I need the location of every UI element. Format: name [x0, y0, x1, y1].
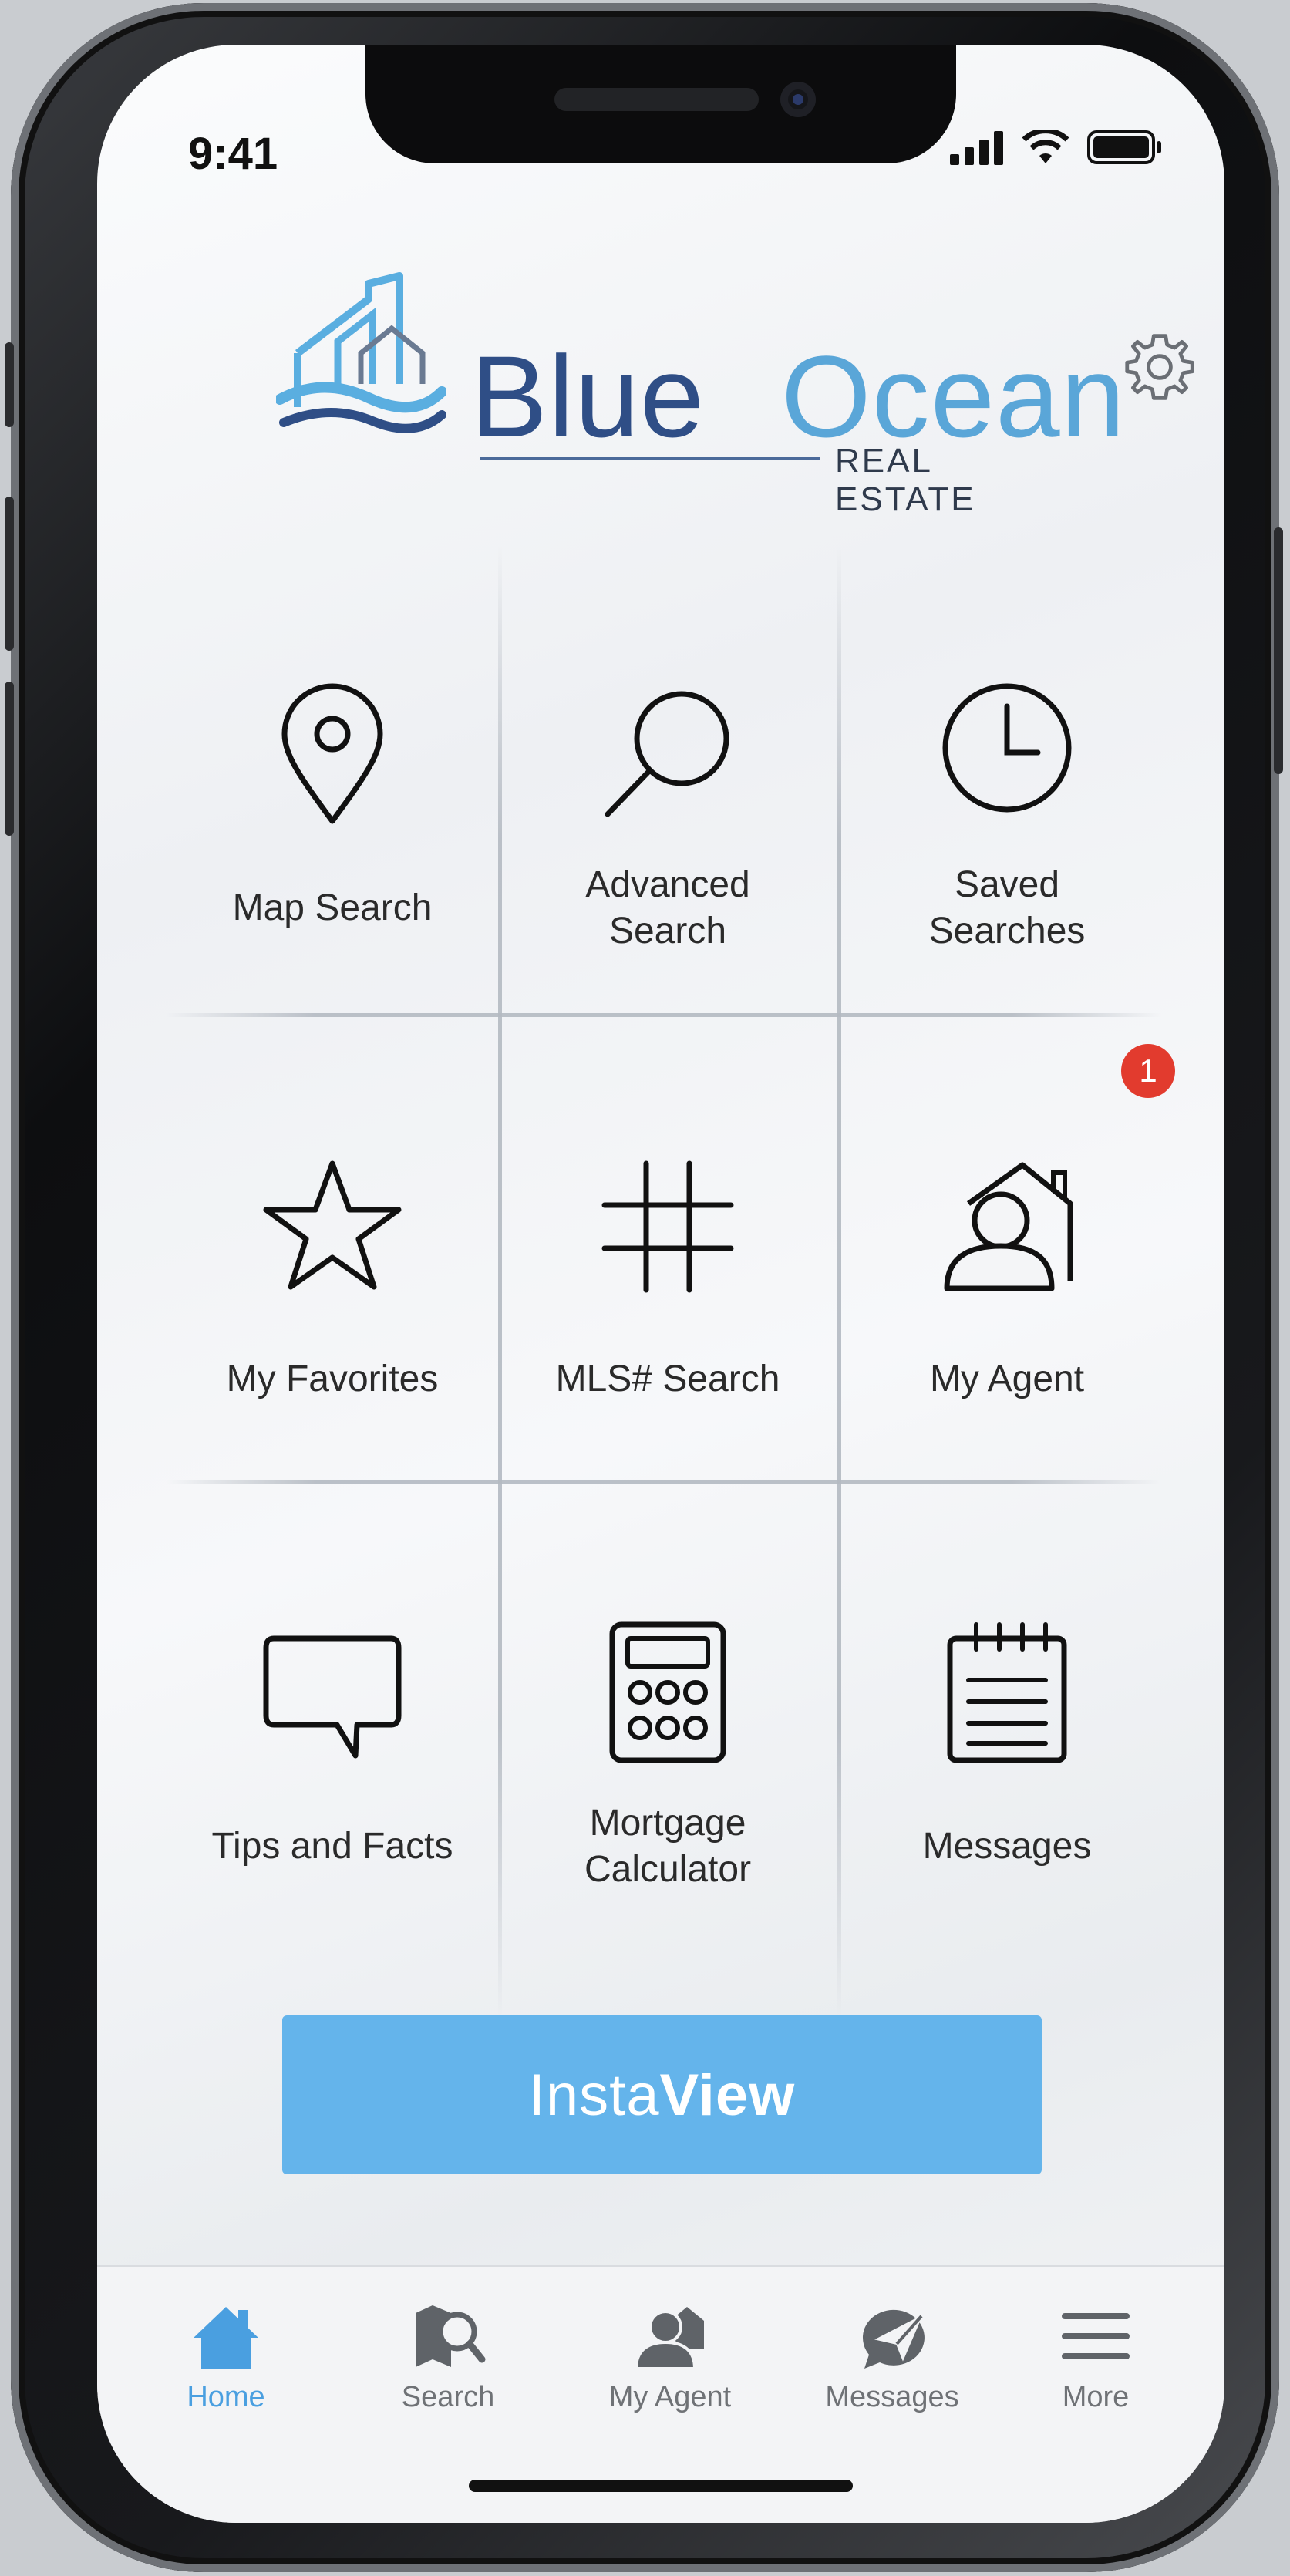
- status-icons: [950, 130, 1163, 165]
- feature-grid: Map Search Advanced Search Saved Searche…: [167, 546, 1175, 2019]
- cellular-signal-icon: [950, 131, 1003, 165]
- app-screen: 9:41 Blue Ocean REAL ESTATE Map Search A…: [97, 45, 1224, 2523]
- tile-label: Mortgage Calculator: [584, 1803, 752, 1890]
- tab-messages[interactable]: Messages: [780, 2267, 1004, 2444]
- tile-label: MLS# Search: [555, 1359, 780, 1399]
- messages-icon: [862, 2309, 925, 2369]
- brand-subtitle: REAL ESTATE: [835, 442, 976, 518]
- tile-messages[interactable]: Messages: [841, 1484, 1173, 1951]
- brand-logo: Blue Ocean REAL ESTATE: [276, 268, 1125, 518]
- notification-badge: 1: [1121, 1044, 1175, 1098]
- agent-house-icon: [944, 1162, 1073, 1291]
- tile-saved-searches[interactable]: Saved Searches: [841, 546, 1173, 1013]
- speech-bubble-icon: [263, 1635, 402, 1759]
- tab-label: More: [1062, 2381, 1130, 2413]
- tab-search[interactable]: Search: [336, 2267, 560, 2444]
- tab-my-agent[interactable]: My Agent: [558, 2267, 782, 2444]
- tile-label: Messages: [922, 1826, 1092, 1867]
- map-pin-icon: [281, 683, 383, 824]
- tile-label: Map Search: [232, 887, 433, 928]
- brand-word-blue: Blue: [470, 332, 706, 461]
- house-wave-logo-icon: [276, 272, 446, 433]
- tile-label: Advanced Search: [585, 864, 750, 951]
- tile-label: My Agent: [929, 1359, 1085, 1399]
- wifi-icon: [1022, 130, 1069, 163]
- tab-more[interactable]: More: [984, 2267, 1207, 2444]
- star-icon: [263, 1160, 402, 1290]
- battery-icon: [1087, 130, 1161, 164]
- clock-icon: [942, 683, 1072, 813]
- tab-label: My Agent: [608, 2381, 732, 2413]
- tab-home[interactable]: Home: [114, 2267, 338, 2444]
- tab-label: Search: [401, 2381, 495, 2413]
- front-camera: [780, 82, 816, 117]
- tile-mortgage-calculator[interactable]: Mortgage Calculator: [502, 1484, 834, 1951]
- phone-silent-switch: [5, 342, 14, 427]
- tile-label: Tips and Facts: [211, 1826, 453, 1867]
- tile-my-agent[interactable]: My Agent: [841, 1017, 1173, 1484]
- notch: [365, 45, 956, 163]
- phone-power-button: [1274, 527, 1283, 774]
- tile-advanced-search[interactable]: Advanced Search: [502, 546, 834, 1013]
- tile-label: Saved Searches: [928, 864, 1086, 951]
- agent-icon: [634, 2307, 704, 2370]
- hamburger-icon: [1062, 2313, 1130, 2359]
- instaview-label-view: View: [659, 2062, 796, 2128]
- instaview-label-insta: Insta: [528, 2062, 660, 2128]
- phone-volume-up: [5, 497, 14, 651]
- phone-volume-down: [5, 682, 14, 836]
- tile-tips-and-facts[interactable]: Tips and Facts: [167, 1484, 498, 1951]
- map-search-icon: [416, 2305, 486, 2367]
- tile-my-favorites[interactable]: My Favorites: [167, 1017, 498, 1484]
- status-time: 9:41: [188, 129, 278, 179]
- tab-label: Messages: [825, 2381, 959, 2413]
- calculator-icon: [609, 1621, 726, 1763]
- settings-gear-icon[interactable]: [1123, 330, 1197, 404]
- home-icon: [194, 2307, 258, 2369]
- tile-mls-search[interactable]: MLS# Search: [502, 1017, 834, 1484]
- tile-map-search[interactable]: Map Search: [167, 546, 498, 1013]
- earpiece-speaker: [554, 88, 759, 111]
- hashtag-icon: [601, 1160, 734, 1293]
- magnifier-icon: [605, 691, 729, 817]
- phone-frame: 9:41 Blue Ocean REAL ESTATE Map Search A…: [5, 3, 1283, 2572]
- brand-divider: [480, 457, 820, 460]
- home-indicator[interactable]: [469, 2480, 853, 2492]
- notepad-icon: [947, 1622, 1067, 1763]
- tile-label: My Favorites: [226, 1359, 439, 1399]
- instaview-button[interactable]: Insta View: [282, 2015, 1042, 2174]
- tab-label: Home: [187, 2381, 265, 2413]
